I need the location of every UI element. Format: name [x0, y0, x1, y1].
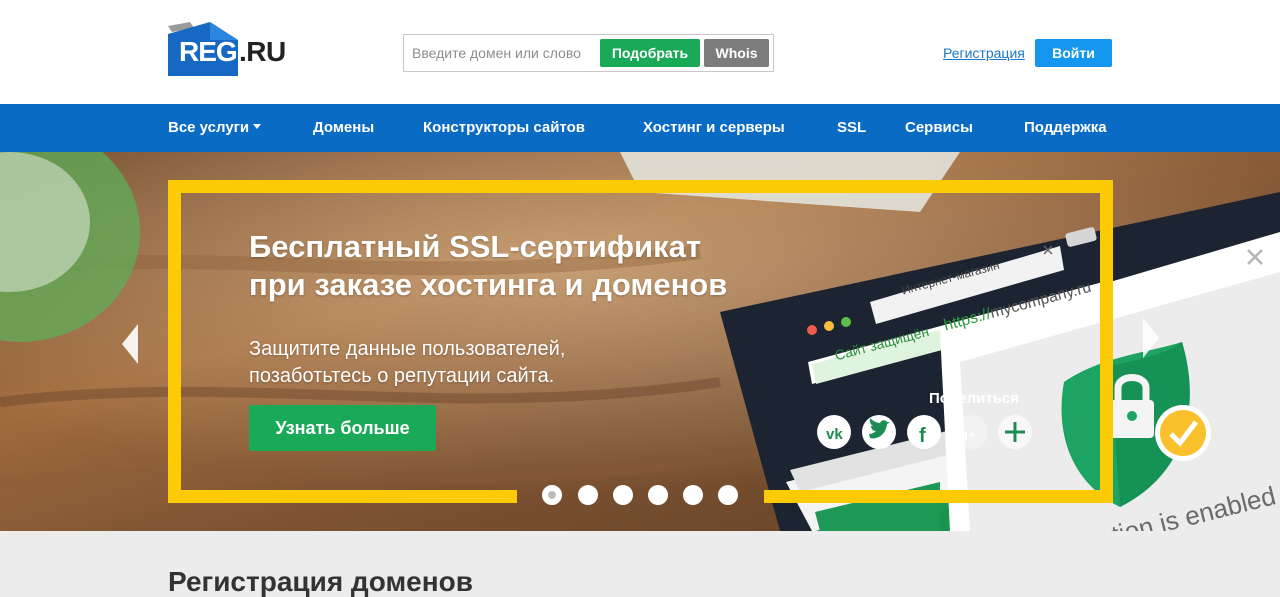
promo-banner: vk f g+ Интернет-магазин Сайт защищён ht…	[0, 152, 1280, 531]
slider-dot-4[interactable]	[648, 485, 668, 505]
slider-dot-6[interactable]	[718, 485, 738, 505]
main-nav: Все услуги Домены Конструкторы сайтов Хо…	[0, 104, 1280, 152]
nav-item-domains[interactable]: Домены	[313, 119, 374, 136]
nav-item-services[interactable]: Сервисы	[905, 119, 973, 136]
nav-item-site-builders[interactable]: Конструкторы сайтов	[423, 119, 585, 136]
nav-item-support[interactable]: Поддержка	[1024, 119, 1107, 136]
prev-slide-arrow-icon[interactable]	[122, 324, 138, 364]
login-button[interactable]: Войти	[1035, 39, 1112, 67]
next-slide-arrow-icon[interactable]	[1143, 318, 1159, 358]
banner-subtitle-line1: Защитите данные пользователей,	[249, 338, 566, 360]
nav-item-all-services[interactable]: Все услуги	[168, 119, 262, 136]
nav-item-label: Все услуги	[168, 119, 250, 136]
banner-frame-top	[168, 180, 1113, 193]
section-title-domains: Регистрация доменов	[168, 566, 473, 597]
reg-ru-logo[interactable]: REG .RU	[164, 16, 288, 80]
logo-text-ru: .RU	[239, 36, 286, 67]
domain-search-input[interactable]	[412, 38, 597, 68]
banner-frame-bottom-left	[168, 490, 517, 503]
banner-subtitle-line2: позаботьтесь о репутации сайта.	[249, 365, 555, 387]
nav-item-hosting[interactable]: Хостинг и серверы	[643, 119, 785, 136]
pick-domain-button[interactable]: Подобрать	[600, 39, 700, 67]
learn-more-button[interactable]: Узнать больше	[249, 405, 436, 451]
domain-search-box: Подобрать Whois	[403, 34, 774, 72]
banner-frame-left	[168, 180, 181, 503]
illustration-share-label: Поделиться	[929, 390, 1020, 407]
caret-down-icon	[253, 124, 262, 129]
banner-title: Бесплатный SSL-сертификат при заказе хос…	[249, 228, 809, 304]
register-link[interactable]: Регистрация	[943, 45, 1025, 61]
slider-dot-5[interactable]	[683, 485, 703, 505]
banner-frame-bottom-right	[764, 490, 1113, 503]
slider-dot-2[interactable]	[578, 485, 598, 505]
whois-button[interactable]: Whois	[704, 39, 769, 67]
svg-text:g+: g+	[960, 427, 976, 442]
banner-frame-right	[1100, 180, 1113, 503]
banner-subtitle: Защитите данные пользователей, позаботьт…	[249, 336, 669, 390]
logo-text-reg: REG	[179, 36, 238, 67]
banner-title-line1: Бесплатный SSL-сертификат	[249, 229, 702, 264]
banner-title-line2: при заказе хостинга и доменов	[249, 267, 728, 302]
slider-dot-3[interactable]	[613, 485, 633, 505]
svg-text:f: f	[919, 425, 926, 447]
nav-item-ssl[interactable]: SSL	[837, 119, 866, 136]
site-header: REG .RU Подобрать Whois Регистрация Войт…	[0, 0, 1280, 104]
slider-dot-1[interactable]	[542, 485, 562, 505]
svg-text:vk: vk	[826, 426, 843, 443]
